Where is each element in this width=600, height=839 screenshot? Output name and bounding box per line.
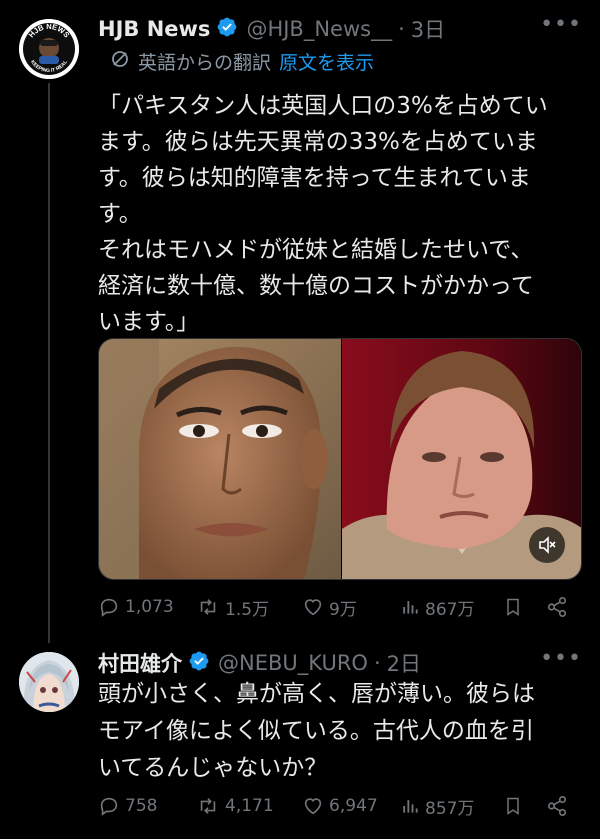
like-icon	[304, 599, 322, 616]
repost-icon	[200, 599, 216, 615]
bookmark-button[interactable]	[503, 795, 523, 817]
repost-count: 4,171	[225, 796, 274, 816]
views-button[interactable]: 867万	[400, 595, 474, 620]
views-icon	[403, 800, 418, 813]
tweet-text: 頭が小さく、鼻が高く、唇が薄い。彼らは モアイ像によく似ている。古代人の血を引 …	[98, 676, 578, 787]
show-original-link[interactable]: 原文を表示	[279, 48, 374, 75]
display-name[interactable]: 村田雄介	[98, 648, 182, 678]
share-icon	[547, 796, 567, 816]
tweet-actions: 1,073 1.5万 9万 867万	[98, 594, 578, 620]
share-button[interactable]	[546, 795, 568, 817]
tweet-text: 「パキスタン人は英国人口の3%を占めてい ます。彼らは先天異常の33%を占めてい…	[98, 88, 578, 340]
view-count: 867万	[425, 599, 475, 620]
tweet-reply[interactable]: 村田雄介 @NEBU_KURO · 2日 • • • 頭が小さく、鼻が高く、唇が…	[0, 640, 600, 839]
display-name[interactable]: HJB News	[98, 17, 210, 41]
avatar[interactable]	[19, 652, 79, 712]
view-count: 857万	[425, 798, 475, 819]
verified-badge-icon	[188, 650, 210, 677]
tweet-header: 村田雄介 @NEBU_KURO · 2日	[98, 648, 421, 678]
tweet-text-line: います。」	[98, 309, 200, 335]
share-button[interactable]	[546, 596, 568, 618]
media-attachment[interactable]	[98, 338, 582, 580]
translate-label: 英語からの翻訳	[138, 52, 272, 74]
handle[interactable]: @NEBU_KURO	[218, 651, 368, 675]
tweet-header: HJB News @HJB_News__ · 3日	[98, 14, 445, 44]
bookmark-icon	[507, 598, 519, 616]
timestamp[interactable]: 2日	[387, 648, 421, 678]
reply-count: 758	[125, 796, 158, 816]
like-count: 9万	[329, 599, 357, 620]
views-icon	[403, 601, 418, 614]
repost-button[interactable]: 1.5万	[196, 595, 269, 620]
hjb-news-logo: HJB NEWS KEEPING IT REAL	[19, 19, 79, 79]
reply-button[interactable]: 758	[98, 795, 157, 817]
avatar[interactable]: HJB NEWS KEEPING IT REAL	[19, 19, 79, 79]
bookmark-icon	[507, 797, 519, 815]
bookmark-button[interactable]	[503, 596, 523, 618]
tweet-text-line: ます。彼らは先天異常の33%を占めていま	[98, 129, 538, 155]
anime-avatar-illustration	[19, 652, 79, 712]
like-icon	[304, 798, 322, 815]
like-button[interactable]: 6,947	[302, 795, 378, 817]
handle[interactable]: @HJB_News__	[246, 17, 392, 41]
thread-line	[48, 83, 50, 643]
tweet-text-line: 「パキスタン人は英国人口の3%を占めてい	[98, 93, 548, 119]
like-count: 6,947	[329, 796, 378, 816]
reply-icon	[100, 797, 118, 816]
tweet-text-line: す。	[98, 201, 142, 227]
reply-icon	[100, 598, 118, 617]
separator: ·	[398, 17, 405, 41]
translation-row: 英語からの翻訳 原文を表示	[110, 48, 374, 75]
tweet-text-line: 頭が小さく、鼻が高く、唇が薄い。彼らは	[98, 681, 535, 707]
tweet-hjb-news[interactable]: HJB NEWS KEEPING IT REAL HJB News @HJB_N…	[0, 0, 600, 643]
tweet-text-line: モアイ像によく似ている。古代人の血を引	[98, 718, 534, 744]
mute-icon	[539, 536, 556, 554]
translate-icon	[110, 49, 130, 74]
reply-button[interactable]: 1,073	[98, 596, 174, 618]
share-icon	[547, 597, 567, 617]
like-button[interactable]: 9万	[302, 595, 357, 620]
reply-count: 1,073	[125, 597, 174, 617]
tweet-text-line: それはモハメドが従妹と結婚したせいで、	[98, 237, 534, 263]
verified-badge-icon	[216, 16, 238, 43]
tweet-text-line: す。彼らは知的障害を持って生まれていま	[98, 165, 531, 191]
mute-button[interactable]	[529, 527, 565, 563]
tweet-text-line: 経済に数十億、数十億のコストがかかって	[98, 273, 534, 299]
portrait-photo-left[interactable]	[99, 339, 341, 580]
repost-icon	[200, 798, 216, 814]
views-button[interactable]: 857万	[400, 794, 474, 819]
more-icon[interactable]: • • •	[540, 646, 581, 671]
separator: ·	[373, 651, 381, 675]
more-icon[interactable]: • • •	[540, 12, 581, 37]
repost-button[interactable]: 4,171	[196, 795, 274, 817]
tweet-text-line: いてるんじゃないか？	[98, 755, 328, 781]
timestamp[interactable]: 3日	[411, 14, 445, 44]
tweet-actions: 758 4,171 6,947 857万	[98, 793, 578, 819]
repost-count: 1.5万	[225, 599, 270, 620]
